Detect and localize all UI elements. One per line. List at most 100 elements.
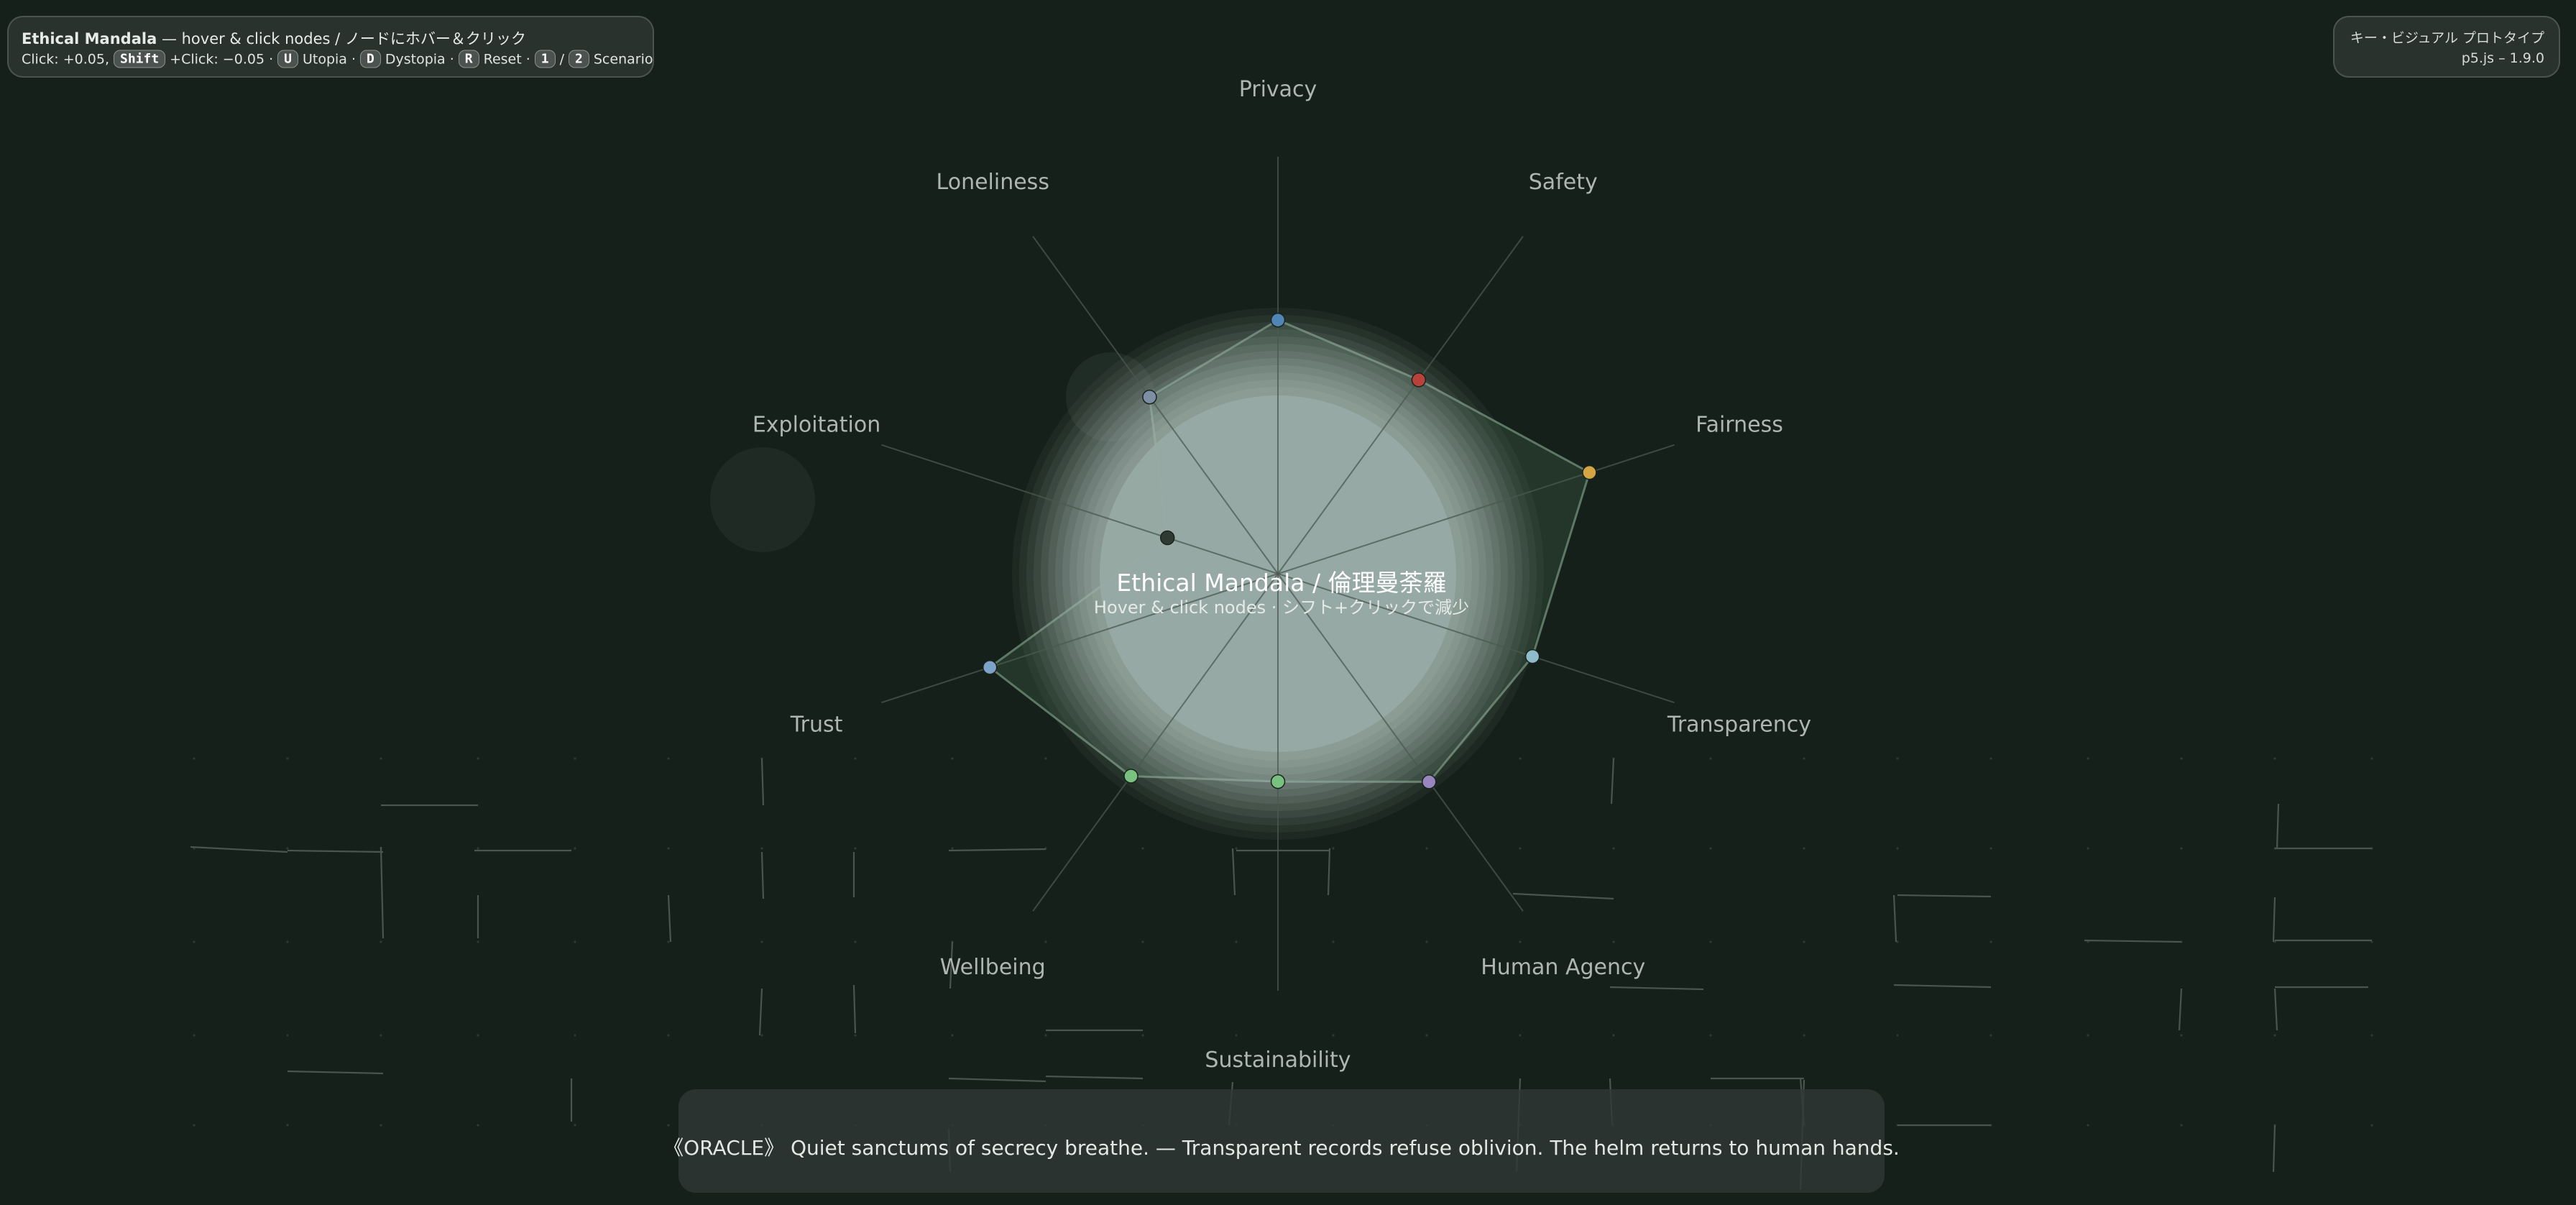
node-sustainability[interactable]	[1270, 774, 1286, 789]
grid-dot	[1425, 847, 1428, 850]
u-key: U	[277, 50, 298, 68]
grid-dot	[574, 847, 576, 850]
grid-fragment	[380, 846, 385, 939]
grid-dot	[667, 757, 670, 760]
grid-dot	[1425, 940, 1428, 943]
grid-fragment	[287, 1070, 384, 1075]
grid-dot	[574, 1124, 576, 1127]
dystopia-hint: Dystopia ·	[385, 51, 454, 67]
grid-fragment	[2084, 939, 2182, 943]
grid-dot	[1425, 1034, 1428, 1037]
node-loneliness[interactable]	[1142, 389, 1157, 405]
scenario-2-key: 2	[569, 50, 589, 68]
node-fairness[interactable]	[1582, 464, 1597, 480]
grid-dot	[286, 847, 289, 850]
grid-dot	[760, 940, 763, 943]
grid-dot	[854, 847, 857, 850]
node-exploitation[interactable]	[1159, 530, 1175, 546]
grid-dot	[1896, 757, 1899, 760]
grid-dot	[1519, 1034, 1522, 1037]
label-fairness: Fairness	[1696, 412, 1783, 437]
grid-dot	[1235, 1034, 1238, 1037]
grid-dot	[2180, 847, 2183, 850]
grid-dot	[2273, 757, 2276, 760]
grid-dot	[667, 847, 670, 850]
shift-click-hint: +Click: −0.05 ·	[170, 51, 274, 67]
grid-dot	[193, 757, 196, 760]
grid-dot	[1709, 1034, 1712, 1037]
help-title: Ethical Mandala — hover & click nodes / …	[22, 27, 526, 49]
grid-fragment	[1893, 984, 1992, 989]
grid-dot	[1990, 847, 1992, 850]
grid-dot	[286, 1034, 289, 1037]
grid-fragment	[2272, 1124, 2276, 1173]
grid-fragment	[760, 758, 765, 806]
grid-fragment	[1609, 986, 1704, 991]
shift-key: Shift	[113, 50, 166, 68]
grid-dot	[1044, 757, 1047, 760]
grid-dot	[1141, 1034, 1144, 1037]
grid-dot	[1235, 940, 1238, 943]
grid-fragment	[287, 849, 384, 853]
node-transparency[interactable]	[1524, 649, 1540, 664]
grid-dot	[2180, 757, 2183, 760]
node-safety[interactable]	[1411, 372, 1427, 388]
label-loneliness: Loneliness	[937, 170, 1049, 195]
grid-fragment	[667, 894, 672, 943]
grid-dot	[2273, 1034, 2276, 1037]
node-privacy[interactable]	[1270, 312, 1286, 328]
node-trust[interactable]	[982, 659, 998, 675]
grid-fragment	[852, 984, 857, 1034]
grid-fragment	[2276, 803, 2280, 849]
oracle-text: 《ORACLE》 Quiet sanctums of secrecy breat…	[663, 1136, 1900, 1160]
grid-fragment	[758, 988, 763, 1036]
center-subtitle: Hover & click nodes · シフト+クリックで減少	[1093, 597, 1470, 618]
grid-dot	[1332, 1034, 1335, 1037]
grid-dot	[1709, 847, 1712, 850]
reset-hint: Reset ·	[483, 51, 530, 67]
grid-dot	[1709, 940, 1712, 943]
label-exploitation: Exploitation	[753, 412, 880, 437]
grid-dot	[2087, 1034, 2089, 1037]
grid-dot	[1990, 940, 1992, 943]
grid-dot	[2180, 1124, 2183, 1127]
grid-dot	[1332, 940, 1335, 943]
version-label: p5.js – 1.9.0	[2461, 50, 2544, 66]
node-wellbeing[interactable]	[1123, 769, 1138, 784]
grid-dot	[1141, 847, 1144, 850]
grid-dot	[1044, 940, 1047, 943]
click-hint: Click: +0.05,	[22, 51, 109, 67]
node-human-agency[interactable]	[1422, 774, 1437, 789]
grid-dot	[193, 940, 196, 943]
ghost-circle	[710, 447, 815, 552]
grid-dot	[1612, 940, 1615, 943]
grid-fragment	[1231, 848, 1236, 896]
grid-fragment	[1327, 848, 1331, 896]
grid-dot	[477, 1124, 479, 1127]
grid-dot	[951, 1034, 954, 1037]
help-title-bold: Ethical Mandala	[22, 30, 157, 47]
r-key: R	[458, 50, 479, 68]
scenario-1-key: 1	[534, 50, 556, 68]
help-shortcuts: Click: +0.05, Shift +Click: −0.05 · U Ut…	[22, 50, 653, 68]
grid-dot	[2370, 1034, 2373, 1037]
grid-dot	[286, 940, 289, 943]
label-trust: Trust	[790, 713, 843, 738]
grid-dot	[477, 940, 479, 943]
grid-dot	[667, 940, 670, 943]
grid-dot	[286, 757, 289, 760]
utopia-hint: Utopia ·	[302, 51, 356, 67]
label-wellbeing: Wellbeing	[940, 955, 1046, 980]
grid-dot	[193, 1034, 196, 1037]
grid-dot	[1803, 757, 1806, 760]
grid-dot	[1519, 940, 1522, 943]
grid-dot	[1990, 757, 1992, 760]
grid-dot	[854, 1034, 857, 1037]
help-panel: Ethical Mandala — hover & click nodes / …	[7, 16, 654, 78]
grid-dot	[951, 847, 954, 850]
grid-dot	[2180, 1034, 2183, 1037]
grid-dot	[286, 1124, 289, 1127]
grid-fragment	[1897, 894, 1992, 898]
grid-dot	[2370, 757, 2373, 760]
grid-fragment	[1892, 894, 1898, 943]
